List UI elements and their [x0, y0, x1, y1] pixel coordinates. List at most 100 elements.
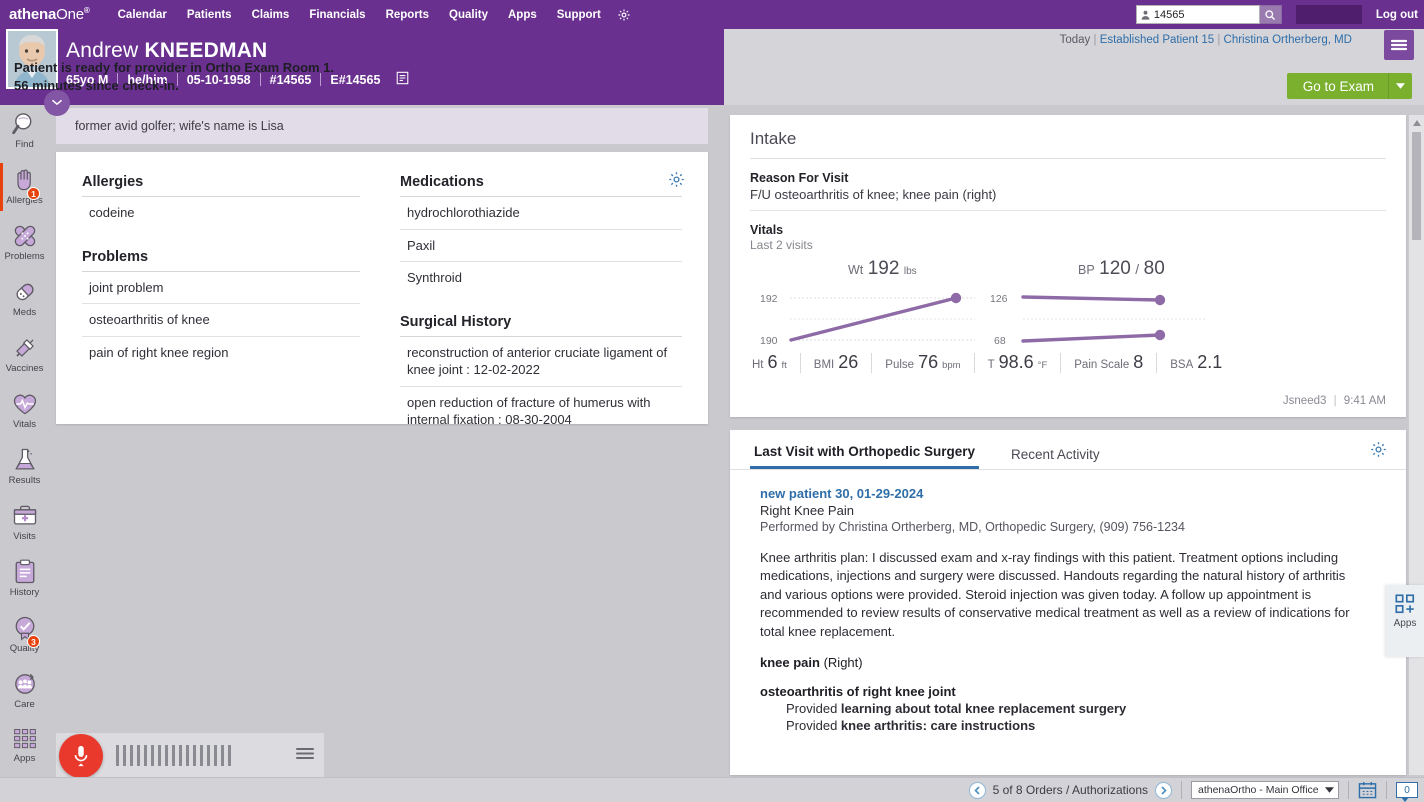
nav-item-support[interactable]: Support [547, 9, 611, 21]
document-icon[interactable] [396, 71, 409, 88]
tab-last-visit[interactable]: Last Visit with Orthopedic Surgery [750, 444, 980, 469]
vertical-scrollbar[interactable] [1409, 115, 1424, 775]
today-label: Today [1059, 34, 1091, 46]
brand-light: One [56, 6, 84, 23]
scrollbar-thumb[interactable] [1412, 132, 1421, 240]
sidebar-item-apps[interactable]: Apps [0, 721, 49, 777]
weight-caption-value: 192 [867, 258, 900, 279]
sidebar-item-visits[interactable]: Visits [0, 497, 49, 553]
problems-section-title: Problems [82, 249, 360, 272]
weight-caption-lead: Wt [848, 263, 864, 277]
metric-label: T [987, 359, 995, 371]
list-item[interactable]: open reduction of fracture of humerus wi… [400, 387, 682, 436]
weight-ytick-lower: 190 [760, 335, 778, 347]
list-item[interactable]: Paxil [400, 230, 682, 263]
weight-ytick-upper: 192 [760, 293, 778, 305]
provided-item: Provided knee arthritis: care instructio… [760, 718, 1384, 733]
provided-material: knee arthritis: care instructions [840, 718, 1036, 734]
allergies-section-title: Allergies [82, 174, 360, 197]
visit-diagnosis-2: osteoarthritis of right knee joint [760, 684, 956, 700]
grid-icon [13, 728, 36, 749]
bp-ytick-lower: 68 [994, 335, 1006, 347]
nav-item-quality[interactable]: Quality [439, 9, 498, 21]
list-item[interactable]: codeine [82, 197, 360, 229]
gear-icon[interactable] [617, 8, 631, 22]
metric-bmi: BMI 26 [801, 352, 871, 373]
provider-link[interactable]: Christina Ortherberg, MD [1224, 34, 1352, 46]
nav-item-calendar[interactable]: Calendar [108, 9, 177, 21]
list-item[interactable]: reconstruction of anterior cruciate liga… [400, 337, 682, 387]
sidebar-item-label: Results [8, 475, 41, 486]
microphone-icon[interactable] [59, 734, 103, 778]
metric-label: Pulse [885, 359, 915, 371]
nav-item-patients[interactable]: Patients [177, 9, 242, 21]
medications-section-title: Medications [400, 174, 682, 197]
tab-recent-activity[interactable]: Recent Activity [1007, 447, 1104, 469]
sidebar-item-problems[interactable]: Problems [0, 217, 49, 273]
calendar-icon[interactable] [1358, 781, 1377, 799]
search-icon[interactable] [1259, 5, 1282, 24]
flask-icon [14, 448, 35, 470]
caret-down-icon[interactable] [1388, 73, 1412, 99]
nav-item-reports[interactable]: Reports [376, 9, 439, 21]
metric-height: Ht 6 ft [750, 352, 800, 373]
sidebar-item-label: Find [15, 139, 34, 150]
metric-value: 98.6 [998, 352, 1034, 372]
nav-item-claims[interactable]: Claims [242, 9, 300, 21]
reason-for-visit-label: Reason For Visit [750, 171, 849, 185]
message-bubble-icon[interactable]: 0 [1396, 782, 1418, 802]
hamburger-icon[interactable] [295, 746, 315, 766]
list-item[interactable]: osteoarthritis of knee [82, 304, 360, 337]
chevron-down-icon[interactable] [44, 90, 70, 116]
metric-label: BMI [813, 359, 835, 371]
list-item[interactable]: pain of right knee region [82, 337, 360, 369]
alert-message-line1: Patient is ready for provider in Ortho E… [14, 60, 335, 75]
athenaone-logo[interactable]: athenaOne® [0, 6, 90, 23]
visit-tabs: Last Visit with Orthopedic Surgery Recen… [730, 430, 1406, 470]
signed-time: 9:41 AM [1343, 395, 1386, 407]
chevron-left-icon[interactable] [968, 781, 986, 799]
office-select[interactable]: athenaOrtho - Main Office [1191, 781, 1339, 799]
provided-material: learning about total knee replacement su… [840, 701, 1127, 717]
list-item[interactable]: Synthroid [400, 262, 682, 294]
sidebar-item-results[interactable]: Results [0, 441, 49, 497]
search-input-wrap[interactable] [1135, 5, 1260, 24]
metric-label: BSA [1170, 359, 1194, 371]
chevron-right-icon[interactable] [1155, 781, 1172, 799]
sidebar-item-quality[interactable]: 3 Quality [0, 609, 49, 665]
nav-item-apps[interactable]: Apps [498, 9, 547, 21]
list-item[interactable]: hydrochlorothiazide [400, 197, 682, 230]
sidebar-item-find[interactable]: Find [0, 105, 49, 161]
patient-sticky-note[interactable]: former avid golfer; wife's name is Lisa [56, 108, 708, 144]
apps-flyout-button[interactable]: Apps [1386, 585, 1424, 657]
sidebar-item-care[interactable]: Care [0, 665, 49, 721]
visit-diagnosis-1: knee pain (Right) [760, 655, 1384, 670]
list-item[interactable]: joint problem [82, 272, 360, 305]
provided-item: Provided learning about total knee repla… [760, 701, 1384, 716]
appointment-type-link[interactable]: Established Patient 15 [1100, 34, 1214, 46]
hamburger-icon[interactable] [1384, 30, 1414, 60]
gear-icon[interactable] [1369, 440, 1388, 464]
sidebar-item-history[interactable]: History [0, 553, 49, 609]
scroll-up-arrow-icon[interactable] [1409, 115, 1424, 130]
sidebar-item-meds[interactable]: Meds [0, 273, 49, 329]
gear-icon[interactable] [667, 170, 686, 194]
magnifier-icon [11, 113, 31, 135]
appointment-meta: Today | Established Patient 15 | Christi… [1059, 34, 1352, 46]
vitals-label: Vitals [750, 223, 784, 237]
go-to-exam-button[interactable]: Go to Exam [1286, 73, 1412, 99]
sidebar-item-vaccines[interactable]: Vaccines [0, 329, 49, 385]
alert-message-line2: 56 minutes since check-in. [14, 78, 179, 93]
weight-caption-unit: lbs [903, 266, 917, 277]
bp-systolic-value: 120 [1099, 258, 1131, 279]
nav-right-cluster: Log out [1135, 5, 1424, 24]
sidebar-item-vitals[interactable]: Vitals [0, 385, 49, 441]
logout-button[interactable]: Log out [1376, 9, 1418, 21]
nav-item-financials[interactable]: Financials [299, 9, 375, 21]
visit-encounter-link[interactable]: new patient 30, 01-29-2024 [760, 486, 1384, 501]
search-input[interactable] [1153, 8, 1256, 21]
diagnosis-1-name: knee pain [760, 655, 820, 671]
medical-bag-icon [13, 505, 36, 525]
brand-bold: athena [9, 6, 57, 23]
sidebar-item-allergies[interactable]: 1 Allergies [0, 161, 49, 217]
